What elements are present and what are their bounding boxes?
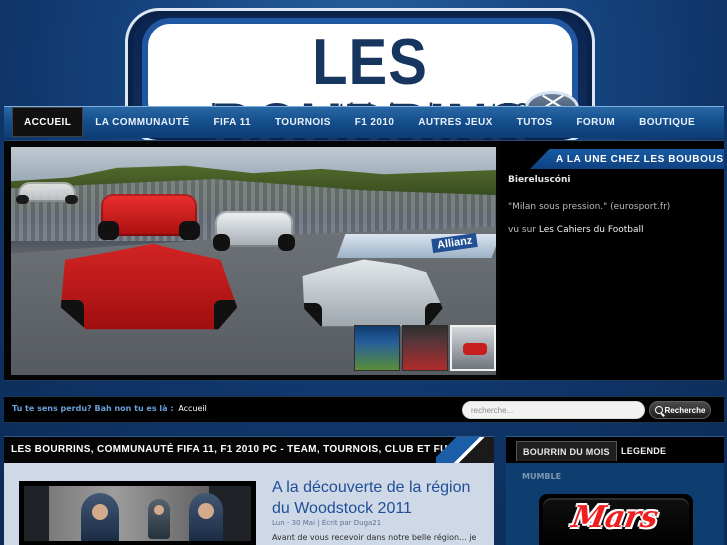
- nav-item-forum[interactable]: FORUM: [564, 107, 627, 137]
- nav-item-tutos[interactable]: TUTOS: [505, 107, 565, 137]
- slider-thumbnail[interactable]: [354, 325, 400, 371]
- breadcrumb-prefix: Tu te sens perdu? Bah non tu es là :: [12, 404, 174, 413]
- search-input[interactable]: [462, 401, 645, 419]
- header-accent: [436, 437, 494, 463]
- nav-item-tournois[interactable]: TOURNOIS: [263, 107, 343, 137]
- slider-thumbnail[interactable]: [402, 325, 448, 371]
- sidebar-panel: BOURRIN DU MOIS LEGENDE MUMBLE Mars: [506, 436, 724, 545]
- featured-quote: "Milan sous pression." (eurosport.fr): [508, 202, 671, 212]
- tab-bourrin-du-mois[interactable]: BOURRIN DU MOIS: [516, 441, 617, 461]
- product-name: Mars: [569, 500, 661, 535]
- person-figure: [148, 499, 170, 539]
- featured-source-prefix: vu sur: [508, 225, 536, 235]
- main-content-title: LES BOURRINS, COMMUNAUTÉ FIFA 11, F1 201…: [11, 444, 456, 455]
- search-button-label: Recherche: [664, 405, 706, 415]
- article-meta: Lun - 30 Mai | Écrit par Duga21: [272, 519, 382, 527]
- person-face: [154, 505, 164, 515]
- nav-item-autres-jeux[interactable]: AUTRES JEUX: [406, 107, 504, 137]
- website-page: LES BOURRINS La communauté du jeu de spo…: [0, 0, 727, 545]
- featured-race-image[interactable]: Allianz: [11, 147, 496, 375]
- nav-item-fifa-11[interactable]: FIFA 11: [202, 107, 263, 137]
- search-button[interactable]: Recherche: [649, 401, 711, 419]
- article-image[interactable]: [19, 481, 256, 545]
- nav-item-f1-2010[interactable]: F1 2010: [343, 107, 407, 137]
- person-face: [92, 504, 108, 520]
- race-car: [16, 182, 78, 204]
- person-figure: [189, 493, 223, 541]
- main-content-panel: LES BOURRINS, COMMUNAUTÉ FIFA 11, F1 201…: [4, 436, 494, 545]
- main-navigation: ACCUEIL LA COMMUNAUTÉ FIFA 11 TOURNOIS F…: [4, 106, 724, 138]
- person-face: [198, 503, 214, 519]
- breadcrumb: Tu te sens perdu? Bah non tu es là : Acc…: [12, 404, 207, 413]
- featured-source: vu sur Les Cahiers du Football: [508, 225, 644, 235]
- sidebar-tabs: BOURRIN DU MOIS LEGENDE: [506, 437, 724, 463]
- nav-item-la-communaute[interactable]: LA COMMUNAUTÉ: [83, 107, 201, 137]
- article-excerpt: Avant de vous recevoir dans notre belle …: [272, 533, 477, 542]
- featured-sidebar: A LA UNE CHEZ LES BOUBOUS Biereluscóni "…: [500, 141, 724, 380]
- breadcrumb-current[interactable]: Accueil: [178, 404, 207, 413]
- slider-thumbnails: [354, 325, 496, 373]
- race-car: [98, 194, 200, 241]
- featured-slider: Allianz A LA UNE CHEZ LES BOUBOUS Bierel…: [4, 140, 724, 381]
- tab-legende[interactable]: LEGENDE: [615, 441, 672, 461]
- featured-product[interactable]: Mars: [539, 494, 693, 545]
- mumble-label: MUMBLE: [522, 472, 562, 481]
- article-title[interactable]: A la découverte de la région du Woodstoc…: [272, 477, 482, 519]
- featured-header: A LA UNE CHEZ LES BOUBOUS: [530, 149, 724, 169]
- article-photo: [49, 486, 223, 541]
- featured-source-link[interactable]: Les Cahiers du Football: [539, 225, 644, 235]
- nav-item-boutique[interactable]: BOUTIQUE: [627, 107, 707, 137]
- person-figure: [81, 493, 119, 541]
- main-content-header: LES BOURRINS, COMMUNAUTÉ FIFA 11, F1 201…: [4, 437, 494, 463]
- breadcrumb-bar: Tu te sens perdu? Bah non tu es là : Acc…: [4, 396, 724, 423]
- slider-thumbnail-active[interactable]: [450, 325, 496, 371]
- search-icon: [654, 406, 663, 414]
- featured-title: Biereluscóni: [508, 175, 571, 185]
- race-car: [212, 211, 296, 251]
- nav-item-accueil[interactable]: ACCUEIL: [12, 107, 84, 137]
- chocolate-bar-icon: Mars: [543, 498, 689, 545]
